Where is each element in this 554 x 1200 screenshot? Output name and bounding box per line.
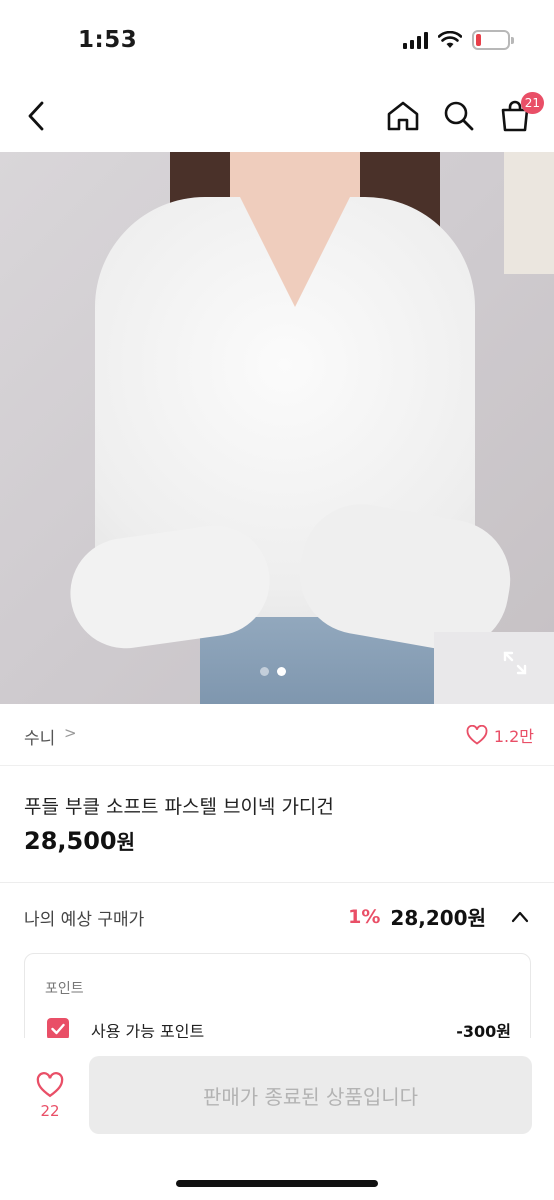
home-button[interactable]: [384, 96, 422, 136]
discount-percent: 1%: [348, 905, 381, 928]
chevron-up-icon[interactable]: [510, 907, 530, 927]
nav-bar: 21: [0, 80, 554, 152]
home-icon: [387, 101, 419, 131]
expected-price-amount: 28,200원: [390, 906, 486, 930]
search-icon: [444, 101, 474, 131]
heart-icon: [466, 725, 488, 745]
seller-name: 수니: [24, 729, 56, 749]
chevron-left-icon: [28, 101, 44, 131]
status-icons: [403, 30, 514, 50]
like-count-top: 1.2만: [493, 727, 534, 746]
status-bar: 1:53: [0, 0, 554, 80]
check-icon: [51, 1023, 65, 1035]
expected-price-summary: 1% 28,200원: [348, 902, 530, 931]
carousel-dot-1[interactable]: [260, 667, 269, 676]
expected-price-label: 나의 예상 구매가: [24, 910, 145, 930]
bottom-action-bar: 22 판매가 종료된 상품입니다: [0, 1038, 554, 1200]
expand-image-button[interactable]: [502, 650, 528, 676]
product-photo-backdrop: [504, 152, 554, 274]
nav-actions: 21: [384, 92, 544, 136]
sold-out-button[interactable]: 판매가 종료된 상품입니다: [89, 1056, 532, 1134]
section-divider: [0, 882, 554, 883]
product-price: 28,500원: [24, 826, 135, 855]
heart-icon: [36, 1072, 64, 1098]
price-currency: 원: [116, 830, 136, 854]
expected-price-row[interactable]: 나의 예상 구매가 1% 28,200원: [0, 893, 554, 941]
battery-level: [476, 34, 481, 46]
search-button[interactable]: [440, 96, 478, 136]
product-title: 푸들 부클 소프트 파스텔 브이넥 가디건: [24, 796, 334, 818]
like-button-top[interactable]: 1.2만: [466, 723, 534, 747]
back-button[interactable]: [16, 96, 56, 136]
point-heading: 포인트: [45, 981, 84, 997]
seller-chevron: >: [64, 724, 77, 742]
battery-icon: [472, 30, 514, 50]
price-amount: 28,500: [24, 827, 117, 855]
cart-badge: 21: [520, 92, 544, 114]
status-time: 1:53: [78, 27, 138, 53]
product-image-carousel[interactable]: [0, 152, 554, 704]
like-button-bottom[interactable]: 22: [28, 1072, 72, 1120]
cart-button[interactable]: 21: [496, 92, 544, 136]
expand-icon: [503, 651, 527, 675]
use-points-checkbox[interactable]: [47, 1018, 69, 1040]
carousel-dot-2[interactable]: [277, 667, 286, 676]
carousel-dots: [260, 667, 286, 676]
wifi-icon: [438, 31, 462, 48]
cellular-signal-icon: [403, 31, 428, 49]
like-count-bottom: 22: [40, 1102, 60, 1120]
seller-row[interactable]: 수니 > 1.2만: [0, 704, 554, 766]
home-indicator: [176, 1180, 378, 1187]
